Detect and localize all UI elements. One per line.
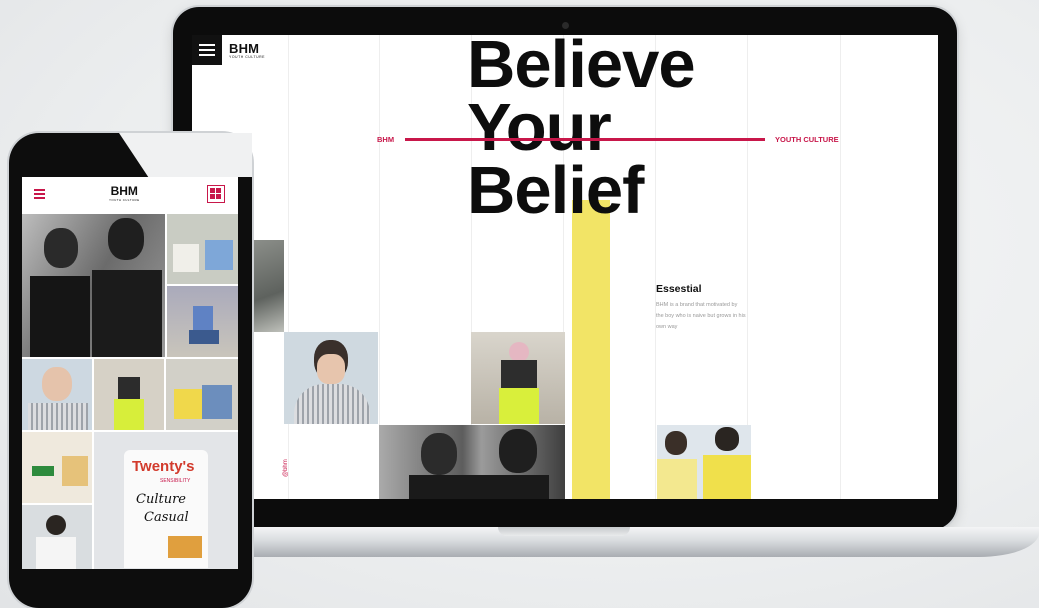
shirt-print-title: Twenty's: [132, 458, 195, 475]
photo-bw-duo: [379, 425, 565, 499]
headline-line-3: Belief: [467, 153, 644, 228]
brand-tagline: YOUTH CULTURE: [109, 198, 140, 202]
essential-section: Essestial BHM is a brand that motivated …: [656, 283, 746, 333]
essential-title: Essestial: [656, 283, 702, 295]
photo-bw-duo: [22, 214, 165, 357]
shirt-print-casual: Casual: [144, 510, 189, 525]
headline-line-1: Believe: [467, 35, 696, 102]
laptop-camera: [562, 22, 569, 29]
mobile-header: BHM YOUTH CULTURE: [22, 177, 238, 213]
shirt-print-sub: SENSIBILITY: [160, 478, 191, 484]
photo-blue-outfit: [167, 286, 238, 357]
phone-screen-reflection: [119, 133, 252, 177]
grid-view-icon[interactable]: [207, 185, 225, 203]
brand-tagline: YOUTH CULTURE: [229, 55, 265, 59]
photo-yellow-pants: [94, 359, 164, 430]
accent-rule: [405, 138, 765, 141]
mobile-page: BHM YOUTH CULTURE Twenty's SENSIBILITY C…: [22, 177, 238, 569]
photo-crocodile-tee: [22, 432, 92, 503]
brand-name: BHM: [110, 184, 138, 198]
laptop-notch: [498, 527, 630, 536]
headline-line-2: Your: [467, 90, 612, 165]
photo-hug: [166, 359, 238, 430]
laptop-frame: BHM YOUTH CULTURE Believe Your Belief BH…: [173, 7, 957, 530]
grid-line: [288, 35, 289, 499]
photo-yellow-pants: [471, 332, 565, 424]
photo-portrait-glasses: [284, 332, 378, 424]
photo-graphic-shirt: Twenty's SENSIBILITY Culture Casual: [94, 432, 238, 569]
highlight-bar: [572, 200, 610, 499]
hamburger-menu-icon[interactable]: [192, 35, 222, 65]
photo-two-friends: [167, 214, 238, 284]
tag-youth-culture: YOUTH CULTURE: [775, 135, 839, 144]
grid-line: [840, 35, 841, 499]
hamburger-menu-icon[interactable]: [34, 189, 45, 199]
phone-frame: BHM YOUTH CULTURE Twenty's SENSIBILITY C…: [9, 133, 252, 608]
shirt-print-culture: Culture: [136, 492, 186, 507]
vertical-handle: @bhm: [283, 459, 289, 477]
photo-portrait-glasses: [22, 359, 92, 430]
brand-logo[interactable]: BHM YOUTH CULTURE: [229, 41, 265, 59]
brand-name: BHM: [229, 41, 260, 56]
photo-yellow-shirts: [657, 425, 751, 499]
brand-logo[interactable]: BHM YOUTH CULTURE: [109, 184, 139, 202]
essential-body: BHM is a brand that motivated by the boy…: [656, 302, 746, 330]
photo-arms-up: [22, 505, 92, 569]
hero-headline: Believe Your Belief: [467, 35, 696, 228]
photo-street-stairs: [250, 240, 284, 332]
desktop-page: BHM YOUTH CULTURE Believe Your Belief BH…: [192, 35, 938, 499]
tag-brand: BHM: [377, 135, 395, 144]
